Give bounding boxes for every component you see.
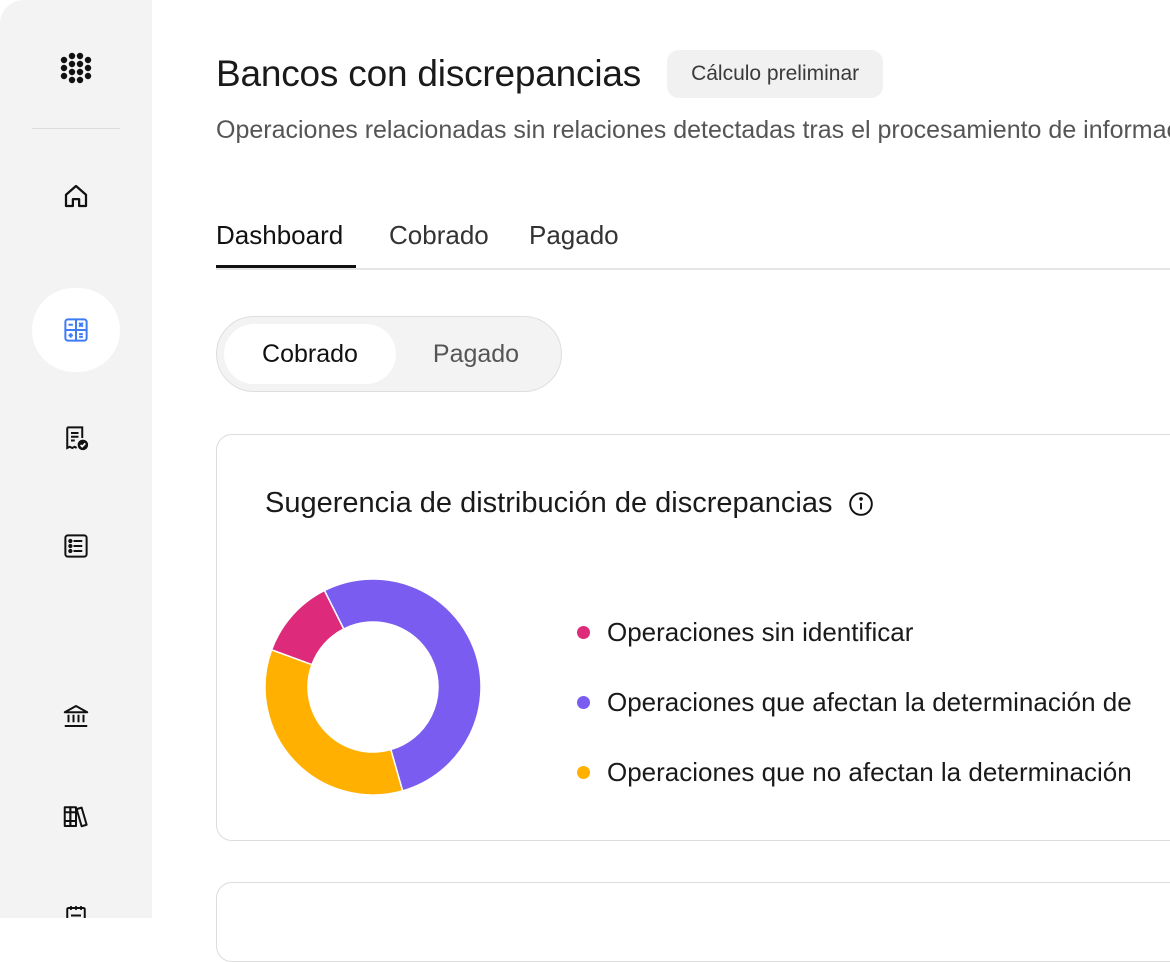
home-icon <box>64 184 88 208</box>
legend-label: Operaciones que no afectan la determinac… <box>607 756 1132 787</box>
sidebar-item-receipt[interactable] <box>32 396 120 480</box>
legend-item-3: Operaciones que no afectan la determinac… <box>577 737 1132 807</box>
document-icon <box>66 906 86 918</box>
legend-item-1: Operaciones sin identificar <box>577 597 1132 667</box>
segmented-control: Cobrado Pagado <box>216 316 562 392</box>
tab-cobrado[interactable]: Cobrado <box>389 220 489 251</box>
legend-label: Operaciones sin identificar <box>607 616 914 647</box>
distribution-card: Sugerencia de distribución de discrepanc… <box>216 434 1170 841</box>
page-subtitle: Operaciones relacionadas sin relaciones … <box>216 116 1170 144</box>
donut-chart <box>264 578 482 796</box>
logo-icon <box>60 52 92 84</box>
sidebar-item-document[interactable] <box>32 876 120 918</box>
legend-dot <box>577 695 590 709</box>
legend-label: Operaciones que afectan la determinación… <box>607 686 1132 717</box>
legend-item-2: Operaciones que afectan la determinación… <box>577 667 1132 737</box>
page-header: Bancos con discrepancias Cálculo prelimi… <box>216 50 884 98</box>
calculator-icon <box>64 318 88 342</box>
active-tab-indicator <box>216 265 356 268</box>
sidebar-item-books[interactable] <box>32 774 120 858</box>
status-badge: Cálculo preliminar <box>667 50 884 98</box>
tab-dashboard[interactable]: Dashboard <box>216 220 343 251</box>
info-icon[interactable] <box>848 491 874 517</box>
card-title: Sugerencia de distribución de discrepanc… <box>265 487 874 520</box>
donut-slice-3 <box>264 648 404 796</box>
books-icon <box>63 806 88 828</box>
main-content: Bancos con discrepancias Cálculo prelimi… <box>216 0 1170 962</box>
chart-legend: Operaciones sin identificar Operaciones q… <box>577 597 1132 807</box>
tab-pagado[interactable]: Pagado <box>529 220 619 251</box>
list-icon <box>64 534 88 558</box>
sidebar-divider <box>32 128 120 129</box>
segment-pagado[interactable]: Pagado <box>411 324 541 384</box>
card-title-text: Sugerencia de distribución de discrepanc… <box>265 487 833 519</box>
sidebar <box>0 0 152 918</box>
sidebar-item-list[interactable] <box>32 504 120 588</box>
sidebar-item-home[interactable] <box>32 154 120 238</box>
sidebar-item-bank[interactable] <box>32 674 120 758</box>
secondary-card <box>216 882 1170 962</box>
legend-dot <box>577 765 590 779</box>
tab-bar: Dashboard Cobrado Pagado <box>216 216 1170 270</box>
receipt-check-icon <box>66 426 89 451</box>
segment-cobrado[interactable]: Cobrado <box>224 324 396 384</box>
legend-dot <box>577 625 590 639</box>
sidebar-item-calculator[interactable] <box>32 288 120 372</box>
page-title: Bancos con discrepancias <box>216 53 642 94</box>
bank-icon <box>63 705 89 727</box>
